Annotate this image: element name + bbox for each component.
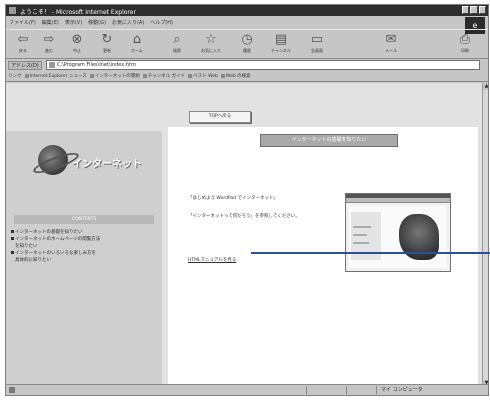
refresh-button[interactable]: ↻ 更新 xyxy=(94,32,120,56)
home-icon: ⌂ xyxy=(132,32,142,47)
stop-icon: ⊗ xyxy=(71,32,83,47)
page-content: TOPへ戻る インターネット CONTENTS インターネットの基礎を知りたい … xyxy=(6,83,482,387)
menu-bar: ファイル(F) 編集(E) 表示(V) 移動(G) お気に入り(A) ヘルプ(H… xyxy=(6,17,488,27)
nav-header: CONTENTS xyxy=(14,215,154,224)
history-button[interactable]: ◷ 履歴 xyxy=(234,32,260,56)
menu-view[interactable]: 表示(V) xyxy=(65,19,82,26)
left-navigation: インターネット CONTENTS インターネットの基礎を知りたい インターネット… xyxy=(6,131,162,387)
nav-item-enjoy-sub[interactable]: 具体的に知りたい xyxy=(11,257,161,264)
window-title: ようこそ！ - Microsoft Internet Explorer xyxy=(20,9,136,16)
nav-list: インターネットの基礎を知りたい インターネットのホームページの閲覧方法 を知りた… xyxy=(11,229,161,264)
history-icon: ◷ xyxy=(241,32,253,47)
fullscreen-button[interactable]: ▭ 全画面 xyxy=(304,32,330,56)
menu-favorites[interactable]: お気に入り(A) xyxy=(112,19,144,26)
address-label: アドレス(D) xyxy=(8,61,42,70)
title-bar[interactable]: ようこそ！ - Microsoft Internet Explorer xyxy=(6,5,488,16)
search-icon: ⌕ xyxy=(173,32,181,47)
forward-button[interactable]: ⇨ 進む xyxy=(36,32,62,56)
menu-edit[interactable]: 編集(E) xyxy=(42,19,59,26)
fullscreen-icon: ▭ xyxy=(310,32,324,47)
link-ie-news[interactable]: Internet Explorer ニュース xyxy=(25,73,87,79)
bullet-icon xyxy=(11,230,14,233)
link-best-web[interactable]: ベスト Web xyxy=(188,73,218,79)
favorites-button[interactable]: ☆ お気に入り xyxy=(198,32,224,56)
close-button[interactable] xyxy=(478,6,486,14)
favorites-icon: ☆ xyxy=(205,32,217,47)
panel-heading: インターネットの基礎を知りたい xyxy=(260,134,398,147)
app-icon xyxy=(9,7,16,14)
manual-preview-image xyxy=(345,193,451,272)
print-icon: ⎙ xyxy=(459,32,471,47)
link-internet-start[interactable]: インターネットの開始 xyxy=(90,73,140,79)
channels-icon: ▤ xyxy=(274,32,288,47)
bullet-icon xyxy=(11,237,14,240)
vertical-scrollbar[interactable]: ▲ ▼ xyxy=(482,83,488,387)
mail-icon: ✉ xyxy=(385,32,397,47)
stop-button[interactable]: ⊗ 中止 xyxy=(64,32,90,56)
link-web-search[interactable]: Web の検索 xyxy=(221,73,251,79)
window-controls xyxy=(462,6,486,14)
status-zone: マイ コンピュータ xyxy=(381,387,423,393)
menu-help[interactable]: ヘルプ(H) xyxy=(150,19,173,26)
link-channel-guide[interactable]: チャンネル ガイド xyxy=(143,73,185,79)
links-label: リンク xyxy=(8,74,22,79)
search-button[interactable]: ⌕ 検索 xyxy=(164,32,190,56)
menu-go[interactable]: 移動(G) xyxy=(88,19,106,26)
forward-icon: ⇨ xyxy=(43,32,55,47)
browser-window: ようこそ！ - Microsoft Internet Explorer ファイル… xyxy=(5,4,489,396)
address-input[interactable]: C:\Program Files\Inet\index.htm xyxy=(46,60,480,70)
minimize-button[interactable] xyxy=(462,6,470,14)
print-button[interactable]: ⎙ 印刷 xyxy=(452,32,478,56)
home-button[interactable]: ⌂ ホーム xyxy=(124,32,150,56)
status-icon xyxy=(9,387,15,393)
callout-line xyxy=(251,252,490,254)
links-bar: リンク Internet Explorer ニュース インターネットの開始 チャ… xyxy=(6,71,488,82)
nav-item-browsing-sub[interactable]: を知りたい xyxy=(11,243,161,250)
html-manual-link[interactable]: HTMLマニュアルを見る xyxy=(188,257,236,263)
logo-text: インターネット xyxy=(72,159,142,170)
toolbar: ⇦ 戻る ⇨ 進む ⊗ 中止 ↻ 更新 ⌂ ホーム ⌕ 検索 ☆ お気に入り ◷ 履歴 ▤ チャン… xyxy=(6,29,488,59)
nav-item-browsing[interactable]: インターネットのホームページの閲覧方法 xyxy=(11,236,161,243)
address-bar: アドレス(D) C:\Program Files\Inet\index.htm xyxy=(6,59,488,70)
refresh-icon: ↻ xyxy=(101,32,113,47)
mail-button[interactable]: ✉ メール xyxy=(378,32,404,56)
address-value: C:\Program Files\Inet\index.htm xyxy=(57,62,136,68)
bullet-icon xyxy=(11,251,14,254)
nav-item-enjoy[interactable]: インターネットのいろいろな楽しみ方を xyxy=(11,250,161,257)
scroll-up-icon[interactable]: ▲ xyxy=(483,83,488,90)
back-icon: ⇦ xyxy=(17,32,29,47)
status-bar: マイ コンピュータ xyxy=(6,384,488,395)
reference-text: 「インターネットって何だろう」を参照してください。 xyxy=(188,214,300,219)
site-logo: インターネット xyxy=(30,141,142,191)
page-icon xyxy=(49,62,55,68)
channels-button[interactable]: ▤ チャンネル xyxy=(268,32,294,56)
maximize-button[interactable] xyxy=(470,6,478,14)
top-button[interactable]: TOPへ戻る xyxy=(189,111,251,123)
back-button[interactable]: ⇦ 戻る xyxy=(10,32,36,56)
menu-file[interactable]: ファイル(F) xyxy=(9,19,36,26)
globe-icon xyxy=(38,145,68,175)
nav-item-basics[interactable]: インターネットの基礎を知りたい xyxy=(11,229,161,236)
content-panel: インターネットの基礎を知りたい 「はじめよう WordPad でインターネット」… xyxy=(168,127,478,387)
intro-text: 「はじめよう WordPad でインターネット」 xyxy=(188,196,279,201)
